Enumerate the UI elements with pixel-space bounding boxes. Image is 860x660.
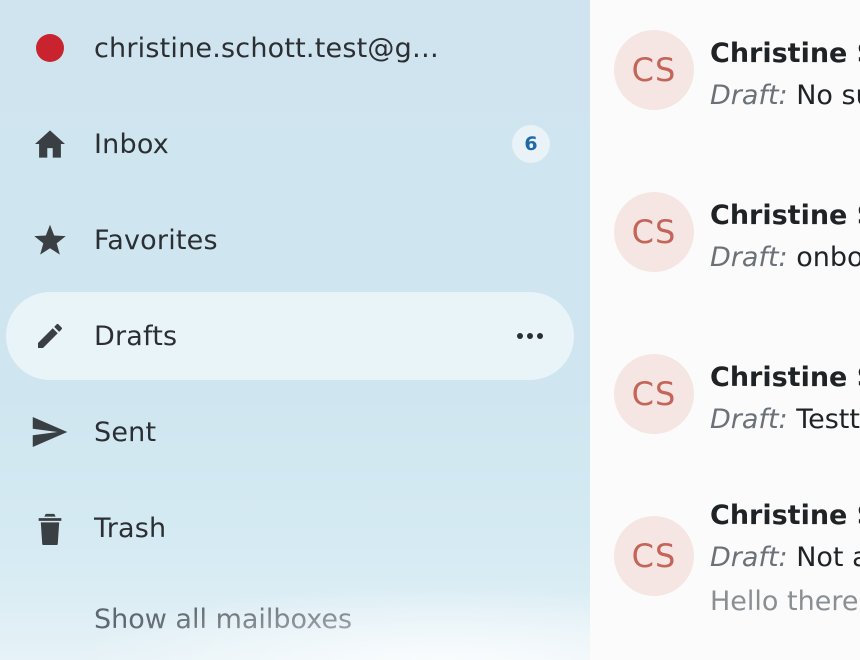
sidebar-item-trash[interactable]: Trash [6,484,574,572]
draft-label: Draft: [710,242,788,273]
list-item[interactable]: CS Christine S Draft: onbo [590,192,860,342]
sidebar-item-label: Trash [94,512,167,544]
send-icon [30,412,70,452]
dot-icon [527,333,533,339]
sender-name: Christine S [710,500,860,531]
sidebar-item-inbox[interactable]: Inbox 6 [6,100,574,188]
draft-label: Draft: [710,80,788,111]
mailbox-sidebar: christine.schott.test@gmx... Inbox 6 Fav… [0,0,590,660]
home-icon [30,124,70,164]
dot-icon [517,333,523,339]
sender-name: Christine S [710,200,860,231]
sidebar-item-sent[interactable]: Sent [6,388,574,476]
avatar: CS [614,354,694,434]
list-item[interactable]: CS Christine S Draft: Not a Hello there! [590,500,860,660]
message-subject: Draft: Not a [710,542,860,573]
draft-label: Draft: [710,542,788,573]
message-subject: Draft: No su [710,80,860,111]
pencil-icon [30,316,70,356]
avatar: CS [614,516,694,596]
draft-label: Draft: [710,404,788,435]
show-all-mailboxes-link[interactable]: Show all mailboxes [94,604,352,635]
star-icon [30,220,70,260]
sidebar-item-label: Sent [94,416,157,448]
sidebar-item-label: Drafts [94,320,178,352]
message-subject: Draft: Testte [710,404,860,435]
subject-text: Testte [796,404,860,435]
list-item[interactable]: CS Christine S Draft: Testte [590,354,860,504]
message-preview: Hello there! [710,586,860,617]
list-item[interactable]: CS Christine S Draft: No su [590,30,860,180]
subject-text: onbo [796,242,860,273]
sidebar-item-label: Inbox [94,128,169,160]
message-list: CS Christine S Draft: No su CS Christine… [590,0,860,660]
avatar: CS [614,30,694,110]
account-email: christine.schott.test@gmx... [94,32,464,64]
subject-text: Not a [796,542,860,573]
message-subject: Draft: onbo [710,242,860,273]
sidebar-item-favorites[interactable]: Favorites [6,196,574,284]
dot-icon [537,333,543,339]
sender-name: Christine S [710,38,860,69]
sidebar-item-drafts[interactable]: Drafts [6,292,574,380]
avatar: CS [614,192,694,272]
sender-name: Christine S [710,362,860,393]
sidebar-item-label: Favorites [94,224,218,256]
more-actions-button[interactable] [506,316,554,356]
account-row[interactable]: christine.schott.test@gmx... [6,4,574,92]
trash-icon [30,508,70,548]
subject-text: No su [796,80,860,111]
unread-count-badge: 6 [512,125,550,163]
account-status-icon [30,28,70,68]
